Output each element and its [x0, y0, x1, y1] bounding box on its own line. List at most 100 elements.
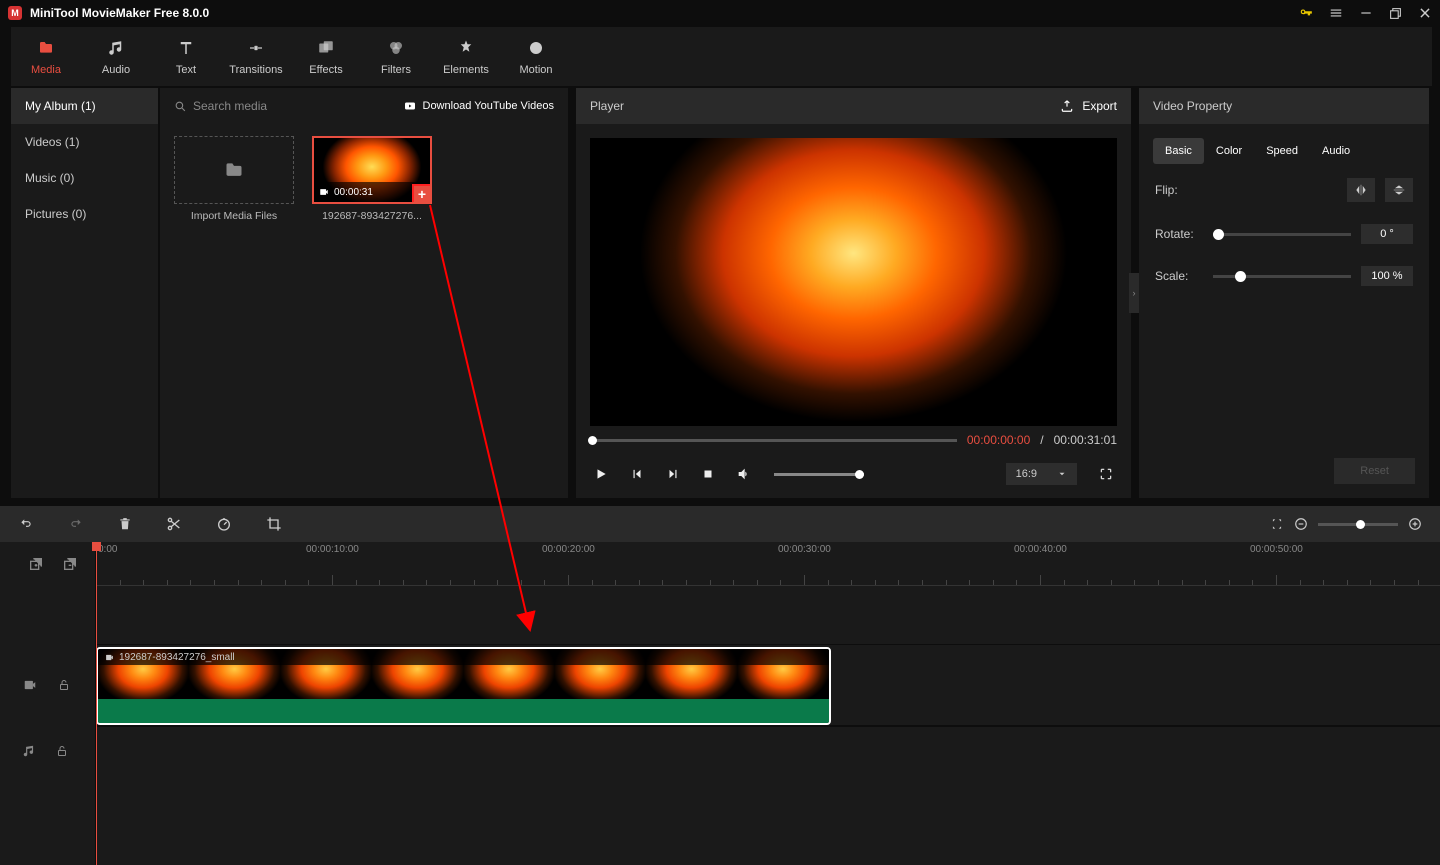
flip-vertical-button[interactable]	[1385, 178, 1413, 202]
prop-tab-basic[interactable]: Basic	[1153, 138, 1204, 164]
text-icon	[177, 38, 195, 58]
total-time: 00:00:31:01	[1054, 433, 1117, 447]
transition-icon	[246, 38, 266, 58]
sidebar-music[interactable]: Music (0)	[11, 160, 158, 196]
prev-frame-button[interactable]	[630, 467, 644, 481]
tab-audio[interactable]: Audio	[81, 27, 151, 86]
sidebar: My Album (1) Videos (1) Music (0) Pictur…	[11, 88, 160, 498]
audio-track-icon	[22, 744, 36, 758]
delete-button[interactable]	[118, 516, 132, 532]
tab-filters[interactable]: Filters	[361, 27, 431, 86]
folder-icon	[36, 38, 56, 58]
export-icon	[1060, 99, 1074, 113]
clip-name: 192687-893427276...	[313, 210, 431, 222]
add-to-timeline-button[interactable]: +	[412, 184, 432, 204]
current-time: 00:00:00:00	[967, 433, 1030, 447]
video-icon	[104, 653, 115, 662]
close-icon[interactable]	[1418, 6, 1432, 20]
tab-effects[interactable]: Effects	[291, 27, 361, 86]
scale-label: Scale:	[1155, 269, 1203, 283]
lock-audio-track[interactable]	[56, 744, 68, 758]
next-frame-button[interactable]	[666, 467, 680, 481]
play-button[interactable]	[594, 467, 608, 481]
reset-button[interactable]: Reset	[1334, 458, 1415, 484]
rotate-value[interactable]: 0 °	[1361, 224, 1413, 244]
main-toolbar: Media Audio Text Transitions Effects Fil…	[11, 26, 1432, 88]
minimize-icon[interactable]	[1359, 6, 1373, 20]
video-icon	[318, 187, 330, 197]
timeline: 0:00 00:00:10:00 00:00:20:00 00:00:30:00…	[0, 542, 1440, 865]
export-button[interactable]: Export	[1060, 99, 1117, 113]
tab-media[interactable]: Media	[11, 27, 81, 86]
timeline-tracks[interactable]: 0:00 00:00:10:00 00:00:20:00 00:00:30:00…	[96, 542, 1440, 865]
property-panel: › Video Property Basic Color Speed Audio…	[1139, 88, 1429, 498]
zoom-in-button[interactable]	[1408, 517, 1422, 531]
search-media[interactable]: Search media	[174, 99, 267, 113]
aspect-ratio-select[interactable]: 16:9	[1006, 463, 1077, 485]
activate-icon[interactable]	[1299, 6, 1313, 20]
tab-transitions[interactable]: Transitions	[221, 27, 291, 86]
folder-icon	[222, 160, 246, 180]
volume-slider[interactable]	[774, 473, 864, 476]
undo-button[interactable]	[18, 517, 34, 531]
media-clip-tile[interactable]: 00:00:31 + 192687-893427276...	[312, 136, 432, 222]
player-panel: Player Export 00:00:00:00 / 00:00:31:01	[576, 88, 1131, 498]
youtube-icon	[403, 100, 417, 112]
video-track-icon	[22, 678, 38, 692]
zoom-out-button[interactable]	[1294, 517, 1308, 531]
elements-icon	[457, 38, 475, 58]
effects-icon	[317, 38, 335, 58]
rotate-label: Rotate:	[1155, 227, 1203, 241]
split-button[interactable]	[166, 516, 182, 532]
fit-button[interactable]	[1270, 517, 1284, 531]
sidebar-album[interactable]: My Album (1)	[11, 88, 158, 124]
scale-slider[interactable]	[1213, 275, 1351, 278]
titlebar: M MiniTool MovieMaker Free 8.0.0	[0, 0, 1440, 26]
lock-video-track[interactable]	[58, 678, 70, 692]
rotate-slider[interactable]	[1213, 233, 1351, 236]
redo-button[interactable]	[68, 517, 84, 531]
tab-elements[interactable]: Elements	[431, 27, 501, 86]
scale-value[interactable]: 100 %	[1361, 266, 1413, 286]
timeline-clip[interactable]: 192687-893427276_small	[96, 647, 831, 725]
add-track-button[interactable]	[28, 556, 44, 572]
crop-button[interactable]	[266, 516, 282, 532]
prop-tab-audio[interactable]: Audio	[1310, 138, 1362, 164]
tab-text[interactable]: Text	[151, 27, 221, 86]
filters-icon	[387, 38, 405, 58]
playback-progress[interactable]	[590, 439, 957, 442]
prop-tab-color[interactable]: Color	[1204, 138, 1254, 164]
tab-motion[interactable]: Motion	[501, 27, 571, 86]
remove-track-button[interactable]	[62, 556, 78, 572]
import-tile[interactable]: Import Media Files	[174, 136, 294, 222]
app-icon: M	[8, 6, 22, 20]
chevron-down-icon	[1057, 469, 1067, 479]
video-preview[interactable]	[590, 138, 1117, 426]
app-title: MiniTool MovieMaker Free 8.0.0	[30, 6, 209, 20]
timeline-toolbar	[0, 506, 1440, 542]
clip-duration: 00:00:31	[334, 187, 373, 198]
zoom-slider[interactable]	[1318, 523, 1398, 526]
maximize-icon[interactable]	[1389, 7, 1402, 20]
collapse-panel-button[interactable]: ›	[1129, 273, 1139, 313]
fullscreen-button[interactable]	[1099, 467, 1113, 481]
sidebar-videos[interactable]: Videos (1)	[11, 124, 158, 160]
playhead[interactable]	[96, 542, 97, 865]
property-title: Video Property	[1139, 88, 1429, 124]
player-title: Player	[590, 99, 624, 113]
stop-button[interactable]	[702, 468, 714, 480]
timeline-ruler[interactable]: 0:00 00:00:10:00 00:00:20:00 00:00:30:00…	[96, 542, 1440, 586]
download-youtube[interactable]: Download YouTube Videos	[403, 100, 555, 112]
menu-icon[interactable]	[1329, 6, 1343, 20]
sidebar-pictures[interactable]: Pictures (0)	[11, 196, 158, 232]
motion-icon	[527, 38, 545, 58]
search-icon	[174, 100, 187, 113]
prop-tab-speed[interactable]: Speed	[1254, 138, 1310, 164]
speed-button[interactable]	[216, 516, 232, 532]
flip-horizontal-button[interactable]	[1347, 178, 1375, 202]
music-icon	[107, 38, 125, 58]
flip-label: Flip:	[1155, 183, 1203, 197]
media-panel: Search media Download YouTube Videos Imp…	[160, 88, 568, 498]
volume-button[interactable]	[736, 466, 752, 482]
main-area: My Album (1) Videos (1) Music (0) Pictur…	[0, 88, 1440, 498]
